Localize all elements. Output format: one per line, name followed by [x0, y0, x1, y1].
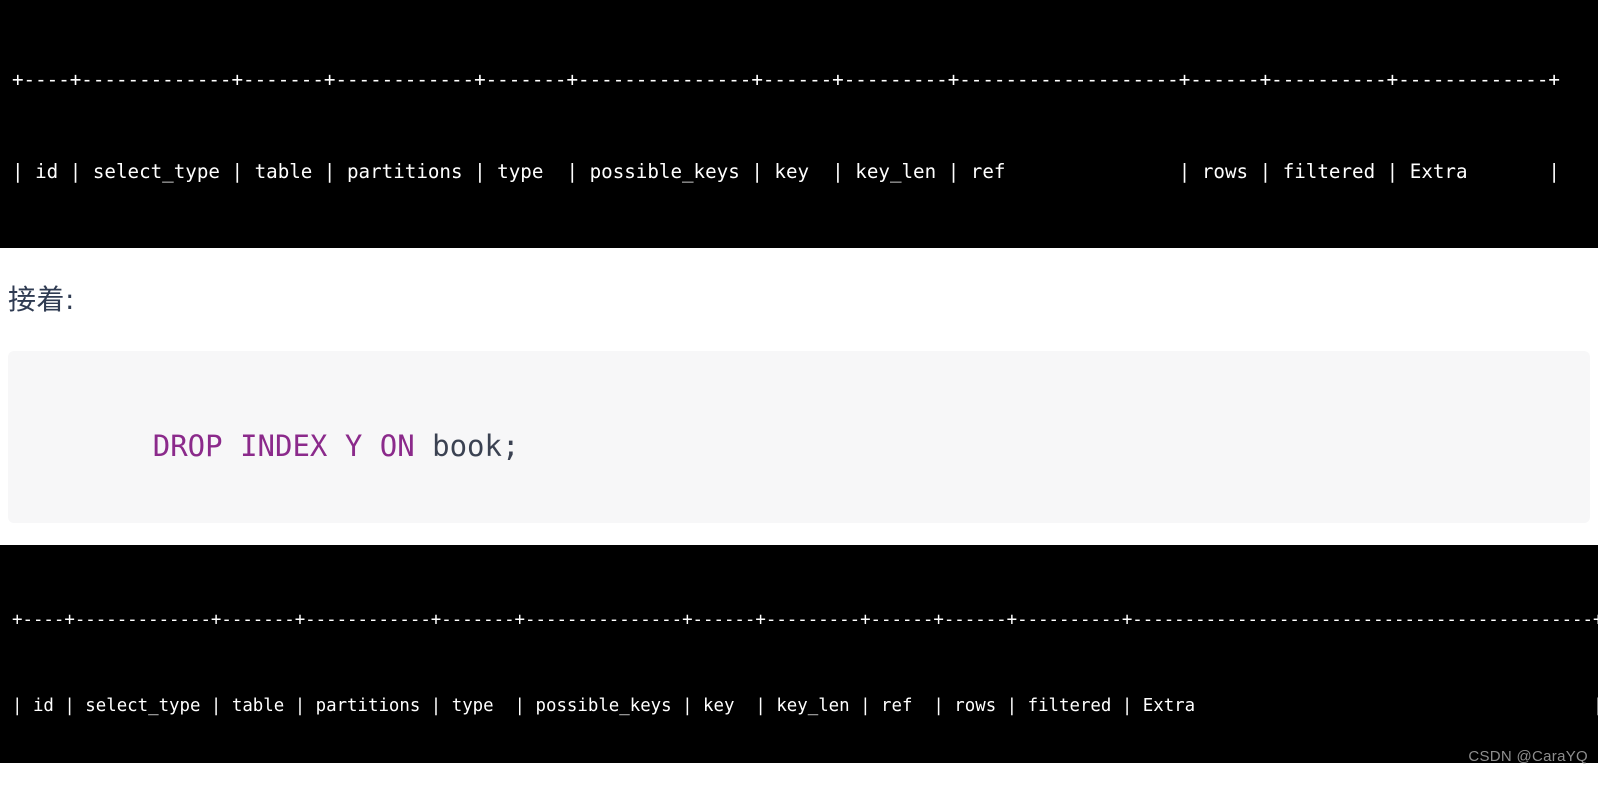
- watermark-label: CSDN @CaraYQ: [1468, 748, 1588, 765]
- terminal-line: +----+-------------+-------+------------…: [12, 610, 1598, 631]
- sql-code-block[interactable]: DROP INDEX Y ON book; EXPLAIN SELECT SQL…: [8, 351, 1590, 523]
- sql-identifier: book: [432, 429, 502, 463]
- sql-keyword: DROP INDEX Y ON: [152, 429, 433, 463]
- code-line-drop-index: DROP INDEX Y ON book;: [48, 377, 1590, 515]
- terminal-output-bottom: +----+-------------+-------+------------…: [0, 545, 1598, 763]
- prose-paragraph: 接着:: [8, 283, 75, 316]
- terminal-line: +----+-------------+-------+------------…: [12, 68, 1560, 91]
- page-root: +----+-------------+-------+------------…: [0, 0, 1598, 786]
- terminal-header-row: | id | select_type | table | partitions …: [12, 695, 1598, 716]
- terminal-header-row: | id | select_type | table | partitions …: [12, 159, 1560, 183]
- terminal-output-top: +----+-------------+-------+------------…: [0, 0, 1598, 248]
- sql-punctuation: ;: [501, 429, 520, 463]
